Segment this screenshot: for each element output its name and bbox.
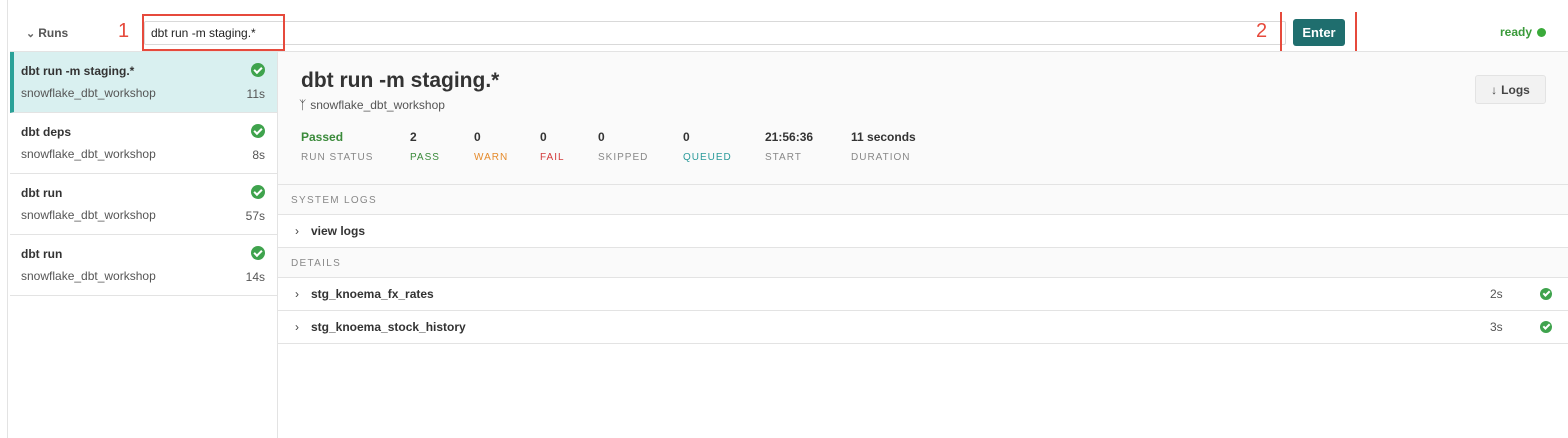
run-list-item[interactable]: dbt deps snowflake_dbt_workshop 8s (10, 113, 277, 174)
stat-value: 11 seconds (851, 130, 916, 144)
stat-warn: 0 WARN (474, 130, 508, 163)
stat-label: RUN STATUS (301, 152, 374, 163)
stat-value: 0 (474, 130, 481, 144)
run-duration: 11s (246, 87, 265, 101)
stat-start: 21:56:36 START (765, 130, 813, 163)
stat-value: Passed (301, 130, 344, 144)
stat-label: FAIL (540, 152, 565, 163)
stat-pass: 2 PASS (410, 130, 440, 163)
stat-value: 0 (598, 130, 605, 144)
status-dot-icon (1537, 27, 1547, 37)
stat-label: DURATION (851, 152, 911, 163)
chevron-down-icon: ⌄ (26, 27, 36, 40)
git-branch-icon: ᛉ (299, 98, 307, 112)
run-heading: dbt run -m staging.* (301, 69, 500, 92)
check-circle-icon (1540, 321, 1552, 333)
system-logs-section-label: SYSTEM LOGS (278, 185, 1568, 215)
model-row[interactable]: › stg_knoema_fx_rates 2s (278, 278, 1568, 311)
run-duration: 8s (252, 148, 265, 162)
stat-label: PASS (410, 152, 440, 163)
stat-label: WARN (474, 152, 509, 163)
run-list-item[interactable]: dbt run -m staging.* snowflake_dbt_works… (10, 52, 277, 113)
view-logs-label: view logs (311, 224, 366, 238)
model-row[interactable]: › stg_knoema_stock_history 3s (278, 311, 1568, 344)
stat-value: 0 (540, 130, 547, 144)
chevron-right-icon: › (295, 224, 299, 238)
stat-queued: 0 QUEUED (683, 130, 732, 163)
stat-label: QUEUED (683, 152, 732, 163)
model-name: stg_knoema_stock_history (311, 320, 466, 334)
check-circle-icon (251, 185, 265, 199)
chevron-right-icon: › (295, 287, 299, 301)
annotation-box-1 (142, 14, 285, 51)
stat-label: START (765, 152, 802, 163)
view-logs-row[interactable]: › view logs (278, 215, 1568, 248)
run-duration: 57s (245, 209, 265, 223)
stat-run-status: Passed RUN STATUS (301, 130, 373, 163)
arrow-down-icon: ↓ (1491, 82, 1498, 97)
stat-value: 2 (410, 130, 417, 144)
run-title: dbt run -m staging.* (21, 64, 135, 78)
model-duration: 3s (1490, 320, 1503, 334)
runs-toggle[interactable]: ⌄ Runs (26, 26, 68, 40)
stat-value: 21:56:36 (765, 130, 814, 144)
run-title: dbt run (21, 247, 63, 261)
runs-label: Runs (38, 26, 69, 40)
logs-button[interactable]: ↓ Logs (1475, 75, 1546, 104)
run-list-item[interactable]: dbt run snowflake_dbt_workshop 57s (10, 174, 277, 235)
stat-value: 0 (683, 130, 690, 144)
run-title: dbt deps (21, 125, 71, 139)
run-project: snowflake_dbt_workshop (21, 269, 156, 283)
run-duration: 14s (245, 270, 265, 284)
run-project: snowflake_dbt_workshop (21, 86, 156, 100)
status-text: ready (1500, 25, 1533, 39)
check-circle-icon (1540, 288, 1552, 300)
logs-label: Logs (1501, 82, 1530, 97)
run-summary-header: dbt run -m staging.* ᛉ snowflake_dbt_wor… (278, 52, 1568, 185)
model-duration: 2s (1490, 287, 1503, 301)
stat-label: SKIPPED (598, 152, 649, 163)
window-edge (0, 0, 8, 438)
project-line: ᛉ snowflake_dbt_workshop (299, 98, 445, 112)
run-project: snowflake_dbt_workshop (21, 147, 156, 161)
annotation-number-2: 2 (1256, 20, 1268, 42)
run-title: dbt run (21, 186, 63, 200)
annotation-number-1: 1 (118, 20, 130, 42)
details-section-label: DETAILS (278, 248, 1568, 278)
check-circle-icon (251, 124, 265, 138)
check-circle-icon (251, 63, 265, 77)
check-circle-icon (251, 246, 265, 260)
command-input[interactable] (144, 21, 1286, 45)
run-project: snowflake_dbt_workshop (21, 208, 156, 222)
project-name: snowflake_dbt_workshop (310, 98, 445, 112)
run-list-item[interactable]: dbt run snowflake_dbt_workshop 14s (10, 235, 277, 296)
chevron-right-icon: › (295, 320, 299, 334)
stat-skipped: 0 SKIPPED (598, 130, 648, 163)
stat-fail: 0 FAIL (540, 130, 565, 163)
model-name: stg_knoema_fx_rates (311, 287, 434, 301)
connection-status: ready (1500, 25, 1547, 39)
runs-sidebar: dbt run -m staging.* snowflake_dbt_works… (10, 51, 278, 438)
run-detail-panel: dbt run -m staging.* ᛉ snowflake_dbt_wor… (278, 51, 1568, 438)
stat-duration: 11 seconds DURATION (851, 130, 916, 163)
